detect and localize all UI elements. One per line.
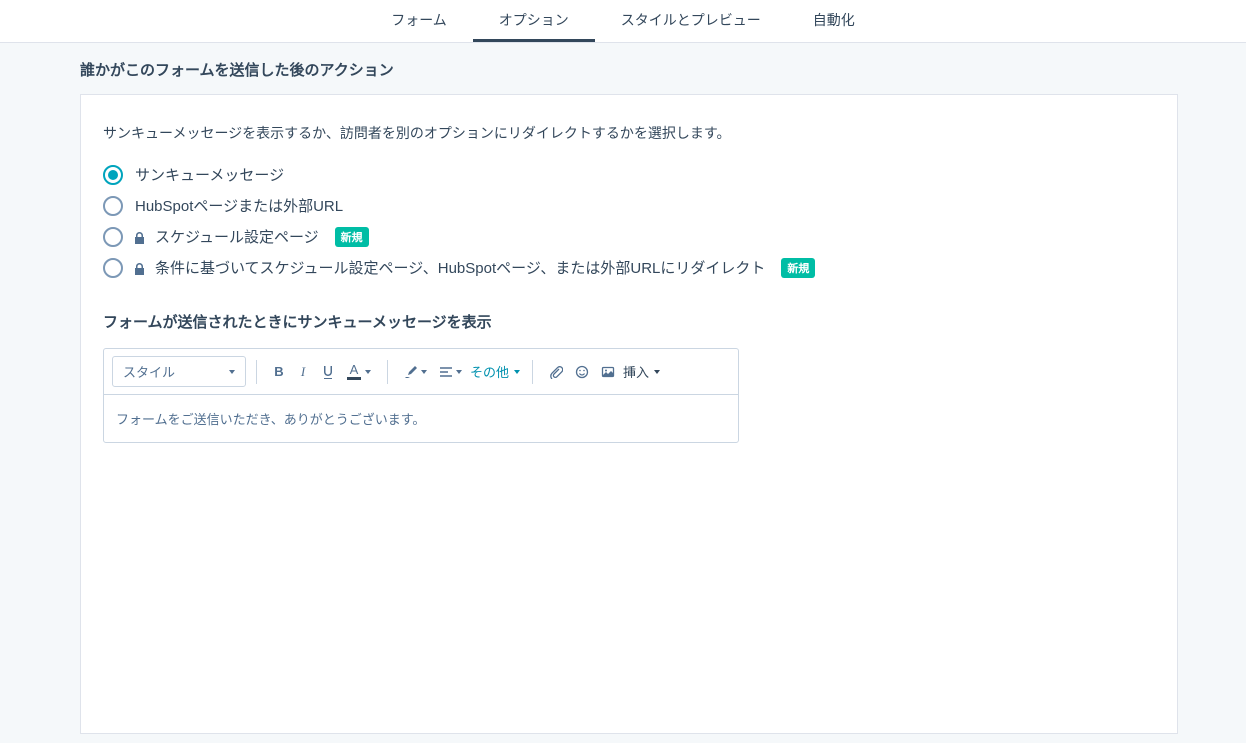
rich-text-editor: スタイル B I A — [103, 348, 739, 443]
radio-hubspot-page-or-url[interactable]: HubSpotページまたは外部URL — [103, 190, 1155, 221]
chevron-down-icon — [421, 370, 427, 374]
editor-toolbar: スタイル B I A — [104, 349, 738, 395]
align-button[interactable] — [433, 361, 468, 383]
tab-style-preview[interactable]: スタイルとプレビュー — [595, 0, 787, 42]
tab-form[interactable]: フォーム — [365, 0, 473, 42]
radio-label: スケジュール設定ページ 新規 — [135, 226, 369, 247]
chevron-down-icon — [654, 370, 660, 374]
subsection-title: フォームが送信されたときにサンキューメッセージを表示 — [103, 311, 1155, 332]
radio-label: サンキューメッセージ — [135, 164, 284, 185]
insert-dropdown[interactable]: 挿入 — [621, 358, 662, 385]
radio-thank-you-message[interactable]: サンキューメッセージ — [103, 159, 1155, 190]
marker-icon — [404, 365, 418, 379]
top-tab-bar: フォーム オプション スタイルとプレビュー 自動化 — [0, 0, 1246, 43]
align-left-icon — [439, 365, 453, 379]
lock-icon — [135, 231, 145, 243]
tab-automation[interactable]: 自動化 — [787, 0, 881, 42]
chevron-down-icon — [514, 370, 520, 374]
radio-icon — [103, 196, 123, 216]
bold-button[interactable]: B — [267, 360, 291, 383]
post-submit-radio-group: サンキューメッセージ HubSpotページまたは外部URL スケジュール設定ペー… — [103, 159, 1155, 283]
toolbar-separator — [256, 360, 257, 384]
tab-option[interactable]: オプション — [473, 0, 595, 42]
radio-icon — [103, 227, 123, 247]
chevron-down-icon — [456, 370, 462, 374]
italic-button[interactable]: I — [291, 360, 315, 384]
attachment-button[interactable] — [543, 361, 569, 383]
toolbar-separator — [532, 360, 533, 384]
toolbar-separator — [387, 360, 388, 384]
chevron-down-icon — [365, 370, 371, 374]
underline-icon — [321, 365, 335, 379]
section-title: 誰かがこのフォームを送信した後のアクション — [0, 43, 1246, 94]
radio-label: HubSpotページまたは外部URL — [135, 195, 343, 216]
lock-icon — [135, 262, 145, 274]
new-badge: 新規 — [781, 258, 815, 278]
radio-label: 条件に基づいてスケジュール設定ページ、HubSpotページ、または外部URLにリ… — [135, 257, 815, 278]
editor-content-area[interactable]: フォームをご送信いただき、ありがとうございます。 — [104, 395, 738, 442]
image-icon — [601, 365, 615, 379]
radio-conditional-redirect[interactable]: 条件に基づいてスケジュール設定ページ、HubSpotページ、または外部URLにリ… — [103, 252, 1155, 283]
radio-icon — [103, 165, 123, 185]
settings-panel: サンキューメッセージを表示するか、訪問者を別のオプションにリダイレクトするかを選… — [80, 94, 1178, 734]
underline-button[interactable] — [315, 361, 341, 383]
emoji-button[interactable] — [569, 361, 595, 383]
highlight-button[interactable] — [398, 361, 433, 383]
style-dropdown[interactable]: スタイル — [112, 356, 246, 387]
radio-scheduling-page[interactable]: スケジュール設定ページ 新規 — [103, 221, 1155, 252]
intro-text: サンキューメッセージを表示するか、訪問者を別のオプションにリダイレクトするかを選… — [103, 123, 1155, 143]
new-badge: 新規 — [335, 227, 369, 247]
smiley-icon — [575, 365, 589, 379]
paperclip-icon — [549, 365, 563, 379]
text-color-button[interactable]: A — [341, 359, 377, 384]
chevron-down-icon — [229, 370, 235, 374]
radio-icon — [103, 258, 123, 278]
image-button[interactable] — [595, 361, 621, 383]
more-dropdown[interactable]: その他 — [468, 358, 522, 385]
